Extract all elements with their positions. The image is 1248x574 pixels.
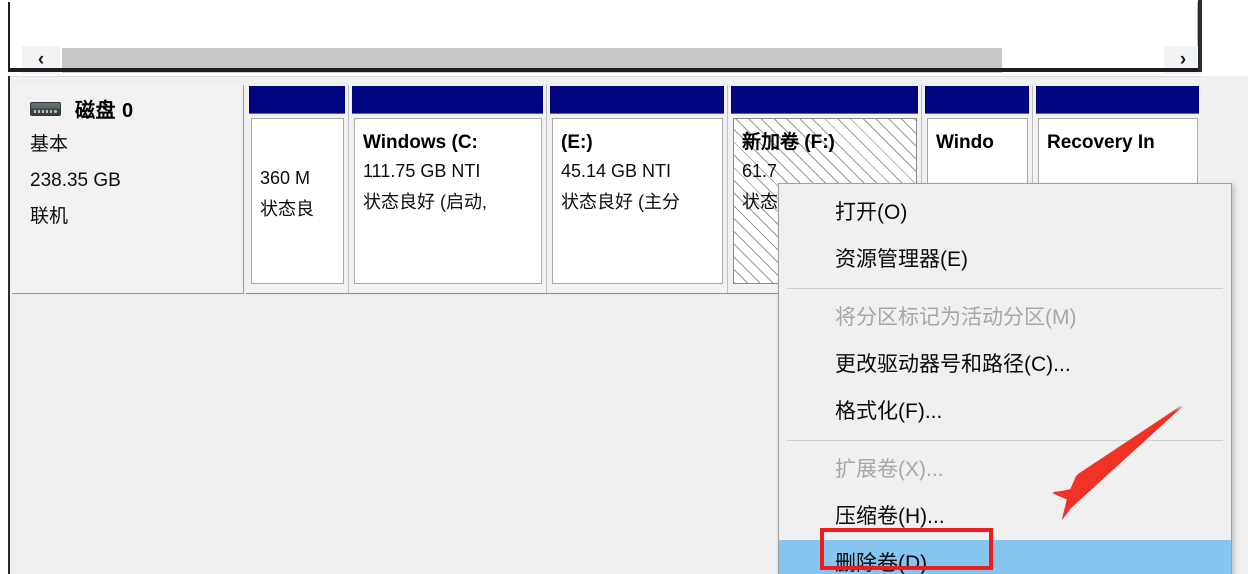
- horizontal-scrollbar[interactable]: ‹ ›: [16, 24, 1202, 74]
- strip-divider: [8, 68, 1200, 72]
- hard-disk-icon: [30, 101, 61, 116]
- context-menu-item-1[interactable]: 打开(O): [779, 189, 1231, 236]
- partition-body[interactable]: 360 M 状态良: [251, 118, 344, 284]
- partition-size: 45.14 GB NTI: [561, 161, 672, 181]
- context-menu-item-7[interactable]: 压缩卷(H)...: [779, 493, 1231, 540]
- partition-body[interactable]: (E:) 45.14 GB NTI 状态良好 (主分: [552, 118, 723, 284]
- context-menu-separator: [787, 440, 1223, 441]
- partition-size: 360 M: [260, 168, 311, 188]
- partition-2[interactable]: Windows (C: 111.75 GB NTI 状态良好 (启动,: [349, 85, 547, 293]
- partition-label: 新加卷 (F:): [742, 132, 835, 153]
- context-menu-separator: [787, 288, 1223, 289]
- partition-capacity-bar: [731, 86, 918, 114]
- partition-status: 状态良: [260, 199, 314, 219]
- partition-1[interactable]: 360 M 状态良: [246, 85, 349, 293]
- context-menu-item-2[interactable]: 资源管理器(E): [779, 236, 1231, 283]
- context-menu-item-3: 将分区标记为活动分区(M): [835, 306, 1077, 329]
- context-menu-item-5[interactable]: 格式化(F)...: [779, 388, 1231, 435]
- disk-info-block[interactable]: 磁盘 0 基本 238.35 GB 联机: [12, 85, 244, 294]
- partition-label: Recovery In: [1047, 132, 1155, 153]
- partition-capacity-bar: [352, 86, 543, 114]
- partition-capacity-bar: [1036, 86, 1199, 114]
- context-menu-item-8[interactable]: 删除卷(D)...: [779, 540, 1231, 574]
- partition-label: (E:): [561, 132, 593, 153]
- partition-capacity-bar: [550, 86, 724, 114]
- disk-meta: 基本 238.35 GB 联机: [30, 127, 121, 235]
- disk-management-window: ‹ › 磁盘 0 基本 238.35 GB 联机 360 M 状态良 Windows…: [0, 0, 1248, 574]
- partition-status: 状态良好 (启动,: [363, 192, 487, 212]
- window-right-border: [1198, 0, 1202, 72]
- top-scroll-strip: ‹ ›: [8, 2, 1202, 74]
- partition-label: Windows (C:: [363, 132, 478, 153]
- pane-top-divider: [10, 76, 1202, 77]
- disk-type-label: 基本: [30, 134, 69, 155]
- partition-label: Windo: [936, 132, 994, 153]
- partition-size: 111.75 GB NTI: [363, 161, 481, 181]
- partition-context-menu[interactable]: 打开(O) 资源管理器(E) 将分区标记为活动分区(M) 更改驱动器号和路径(C)..…: [778, 183, 1232, 574]
- context-menu-item-4[interactable]: 更改驱动器号和路径(C)...: [779, 341, 1231, 388]
- disk-name-label: 磁盘 0: [75, 100, 134, 122]
- partition-capacity-bar: [249, 86, 345, 114]
- partition-body[interactable]: Windows (C: 111.75 GB NTI 状态良好 (启动,: [354, 118, 542, 284]
- partition-3[interactable]: (E:) 45.14 GB NTI 状态良好 (主分: [547, 85, 728, 293]
- disk-header: 磁盘 0: [30, 94, 134, 123]
- disk-capacity-label: 238.35 GB: [30, 170, 121, 191]
- disk-status-label: 联机: [30, 206, 69, 227]
- partition-capacity-bar: [925, 86, 1029, 114]
- partition-status: 状态良好 (主分: [561, 192, 680, 212]
- context-menu-item-6: 扩展卷(X)...: [835, 458, 944, 481]
